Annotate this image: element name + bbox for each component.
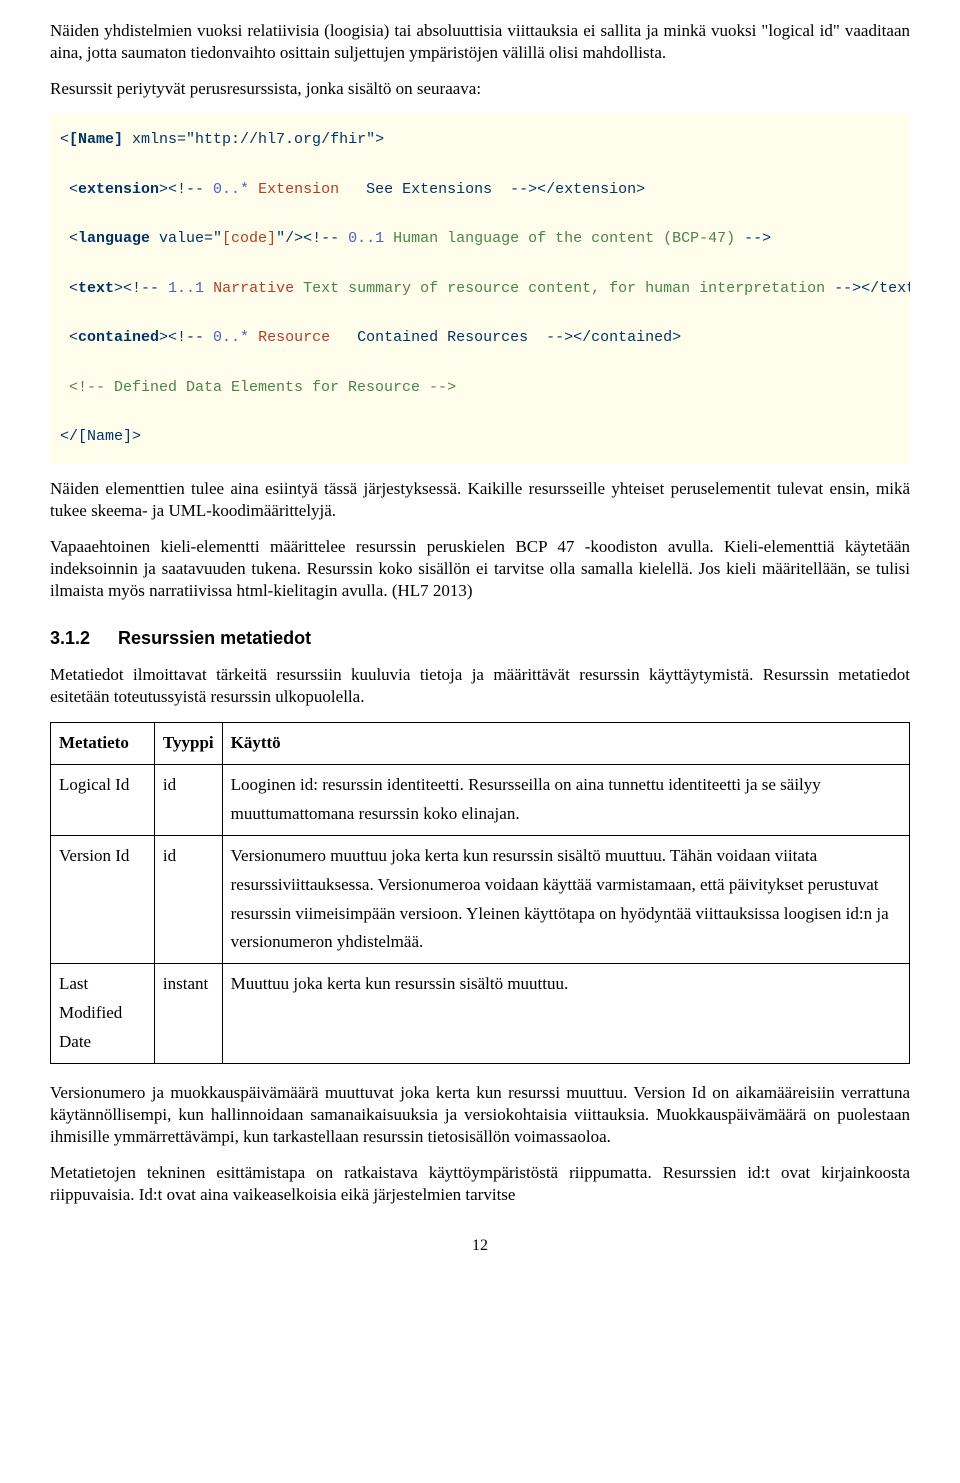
code-block: <[Name] xmlns="http://hl7.org/fhir"> <ex… [50, 114, 910, 464]
page-number: 12 [50, 1236, 910, 1257]
table-row: Logical Id id Looginen id: resurssin ide… [51, 764, 910, 835]
table-cell: Version Id [51, 835, 155, 964]
code-token: --> [744, 230, 771, 247]
code-token: Text summary of resource content, for hu… [294, 280, 834, 297]
code-token: <!-- Defined Data Elements for Resource … [60, 379, 456, 396]
paragraph: Vapaaehtoinen kieli-elementti määrittele… [50, 536, 910, 602]
code-token: Extension [249, 181, 339, 198]
code-token: < [60, 280, 78, 297]
code-token: contained [78, 329, 159, 346]
section-title: Resurssien metatiedot [118, 628, 311, 648]
section-heading: 3.1.2 Resurssien metatiedot [50, 627, 910, 650]
table-row: Last Modified Date instant Muuttuu joka … [51, 964, 910, 1064]
code-token: language [78, 230, 150, 247]
paragraph: Metatiedot ilmoittavat tärkeitä resurssi… [50, 664, 910, 708]
code-token: 0..* [213, 329, 249, 346]
table-cell: id [154, 835, 222, 964]
code-token: [code] [222, 230, 276, 247]
code-token: Resource [249, 329, 330, 346]
code-token: Contained Resources [330, 329, 546, 346]
code-token: ><!-- [114, 280, 168, 297]
code-token: value=" [150, 230, 222, 247]
table-row: Version Id id Versionumero muuttuu joka … [51, 835, 910, 964]
code-token: Human language of the content (BCP-47) [384, 230, 744, 247]
paragraph: Näiden yhdistelmien vuoksi relatiivisia … [50, 20, 910, 64]
code-token: [Name] [69, 131, 123, 148]
table-cell: Looginen id: resurssin identiteetti. Res… [222, 764, 909, 835]
paragraph: Resurssit periytyvät perusresurssista, j… [50, 78, 910, 100]
code-token: 1..1 [168, 280, 204, 297]
code-token: ><!-- [159, 329, 213, 346]
paragraph: Näiden elementtien tulee aina esiintyä t… [50, 478, 910, 522]
code-token: xmlns="http://hl7.org/fhir"> [123, 131, 384, 148]
code-token: < [60, 329, 78, 346]
code-token: text [78, 280, 114, 297]
table-cell: Muuttuu joka kerta kun resurssin sisältö… [222, 964, 909, 1064]
table-cell: id [154, 764, 222, 835]
code-token: extension [78, 181, 159, 198]
metadata-table: Metatieto Tyyppi Käyttö Logical Id id Lo… [50, 722, 910, 1064]
table-cell: instant [154, 964, 222, 1064]
section-number: 3.1.2 [50, 627, 90, 650]
table-header: Metatieto [51, 723, 155, 765]
table-cell: Last Modified Date [51, 964, 155, 1064]
code-token: ><!-- [159, 181, 213, 198]
code-token: 0..* [213, 181, 249, 198]
code-token: </[Name]> [60, 428, 141, 445]
code-token: < [60, 181, 78, 198]
code-token: 0..1 [348, 230, 384, 247]
table-header: Käyttö [222, 723, 909, 765]
paragraph: Versionumero ja muokkauspäivämäärä muutt… [50, 1082, 910, 1148]
code-token: "/><!-- [276, 230, 348, 247]
table-cell: Versionumero muuttuu joka kerta kun resu… [222, 835, 909, 964]
code-token: Narrative [204, 280, 294, 297]
code-token: --></text> [834, 280, 910, 297]
paragraph: Metatietojen tekninen esittämistapa on r… [50, 1162, 910, 1206]
code-token: < [60, 230, 78, 247]
code-token: --></extension> [510, 181, 645, 198]
table-cell: Logical Id [51, 764, 155, 835]
code-token: --></contained> [546, 329, 681, 346]
code-token: < [60, 131, 69, 148]
table-header-row: Metatieto Tyyppi Käyttö [51, 723, 910, 765]
code-token: See Extensions [339, 181, 510, 198]
table-header: Tyyppi [154, 723, 222, 765]
